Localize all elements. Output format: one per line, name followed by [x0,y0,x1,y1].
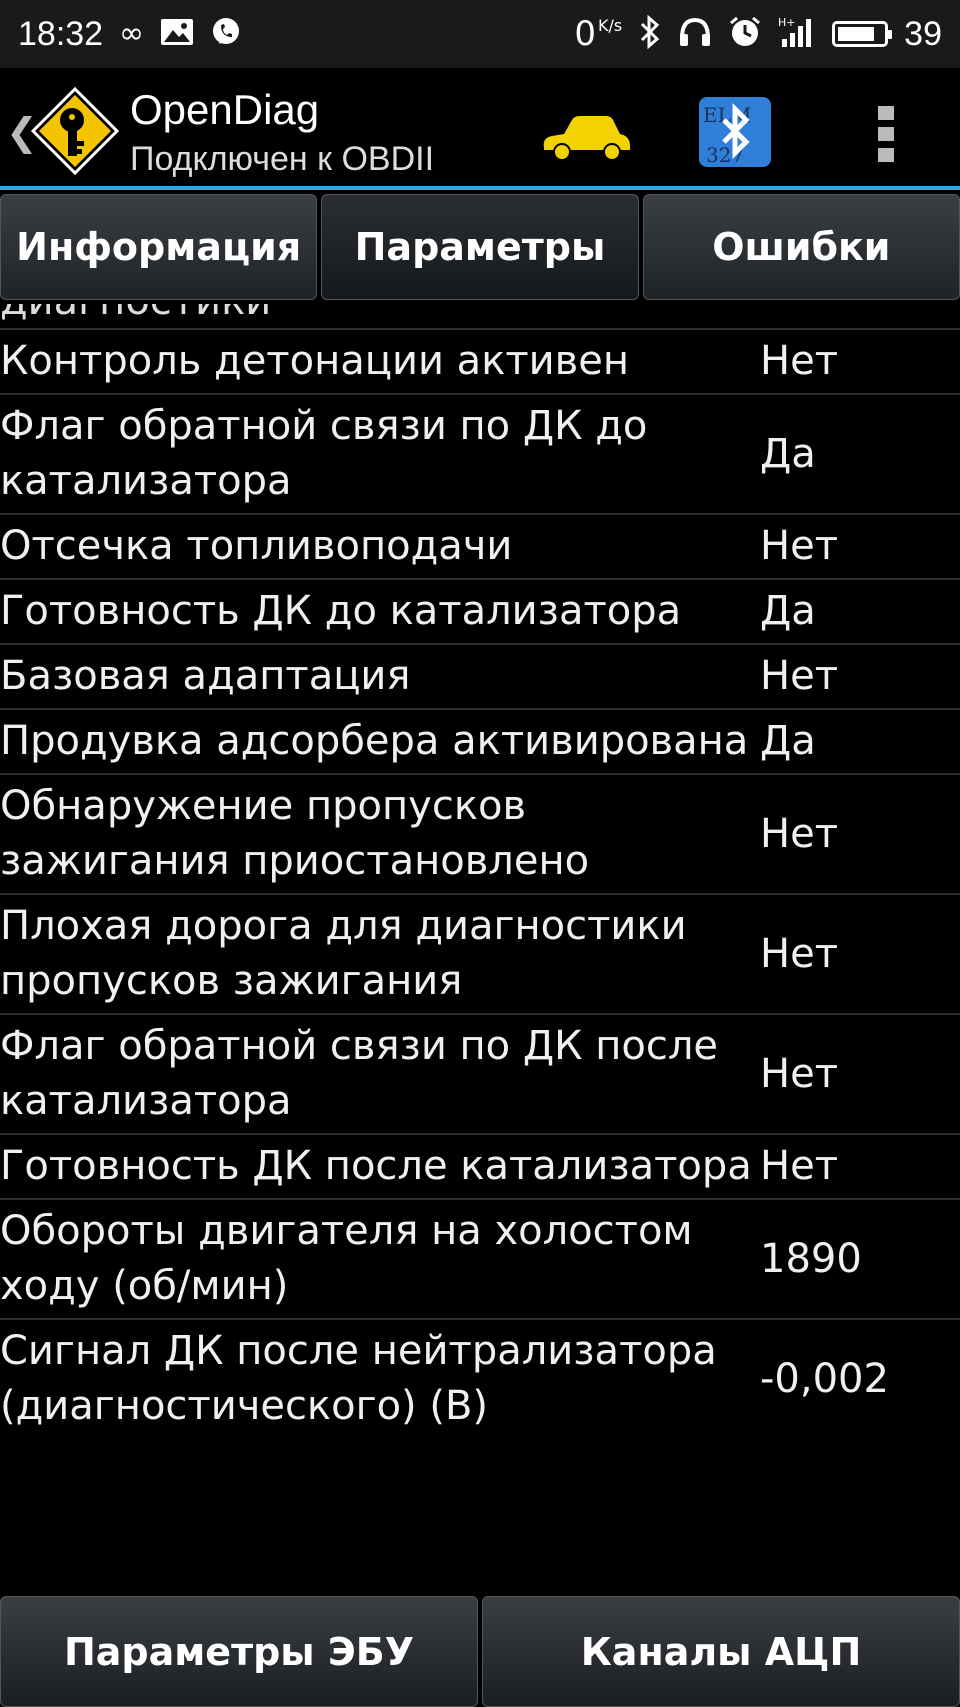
parameter-label: Базовая адаптация [0,653,411,699]
tab-parameters[interactable]: Параметры [321,194,639,300]
signal-icon: H+ [778,15,816,53]
tab-errors[interactable]: Ошибки [642,194,960,300]
ecu-parameters-button[interactable]: Параметры ЭБУ [0,1596,478,1707]
status-bar-left: 18:32 ∞ [18,15,242,54]
parameter-value: Нет [760,930,838,977]
svg-text:H+: H+ [778,16,796,29]
app-title: OpenDiag [130,86,320,133]
parameter-label: Флаг обратной связи по ДК после катализа… [0,1023,719,1124]
adc-channels-button[interactable]: Каналы АЦП [482,1596,960,1707]
parameter-value: Нет [760,523,838,569]
parameter-label: Плохая дорога для диагностики пропусков … [0,903,687,1004]
table-row[interactable]: Флаг обратной связи по ДК после катализа… [0,1013,960,1133]
parameter-label: Контроль детонации активен [0,338,629,384]
parameter-label: Флаг обратной связи по ДК до катализатор… [0,403,648,504]
parameter-value: Нет [760,338,838,384]
parameter-value: Нет [760,653,838,699]
parameter-value: Нет [760,1143,838,1189]
table-row[interactable]: Обороты двигателя на холостом ходу (об/м… [0,1198,960,1318]
table-row[interactable]: Плохая дорога для диагностики пропусков … [0,893,960,1013]
parameter-value: Нет [760,810,838,857]
bottom-button-bar: Параметры ЭБУ Каналы АЦП [0,1596,960,1707]
table-row[interactable]: Флаг обратной связи по ДК до катализатор… [0,393,960,513]
parameter-label: Обнаружение пропусков зажигания приостан… [0,783,590,884]
connection-status: Подключен к OBDII [130,140,435,178]
infinity-icon: ∞ [119,16,145,51]
action-bar: ❮ OpenDiag Подключен к OBDII ELM 327 [0,68,960,190]
battery-icon [832,21,893,47]
overflow-menu-icon[interactable] [876,106,896,162]
tab-bar: Информация Параметры Ошибки [0,194,960,304]
parameter-value: Нет [760,1050,838,1097]
table-row[interactable]: Готовность ДК до катализатора Да [0,578,960,643]
parameter-label: Готовность ДК после катализатора [0,1143,752,1189]
bluetooth-elm327-icon[interactable]: ELM 327 [698,96,772,168]
status-bar: 18:32 ∞ 0 K/s H+ 39 [0,0,960,68]
network-speed-unit: K/s [597,16,623,35]
network-speed: 0 K/s [574,14,622,54]
table-row[interactable]: Готовность ДК после катализатора Нет [0,1133,960,1198]
partial-list-item: диагностики [0,304,271,328]
battery-number: 39 [904,14,942,53]
viber-icon [210,16,242,52]
parameter-value: 1890 [760,1235,862,1282]
parameter-label: Обороты двигателя на холостом ходу (об/м… [0,1208,693,1309]
battery-fill [838,27,875,41]
table-row[interactable]: Контроль детонации активен Нет [0,328,960,393]
table-row[interactable]: Базовая адаптация Нет [0,643,960,708]
parameter-rows: Контроль детонации активен Нет Флаг обратн… [0,328,960,1438]
parameter-value: Да [760,588,816,634]
parameter-list[interactable]: диагностики Контроль детонации активен Не… [0,304,960,1596]
parameter-value: Да [760,430,816,477]
table-row[interactable]: Продувка адсорбера активирована Да [0,708,960,773]
parameter-value: Да [760,718,816,764]
status-bar-right: 0 K/s H+ 39 [574,14,942,54]
parameter-label: Продувка адсорбера активирована [0,718,749,764]
parameter-label: Отсечка топливоподачи [0,523,513,569]
parameter-label: Готовность ДК до катализатора [0,588,682,634]
app-logo-icon[interactable] [30,86,120,176]
status-time: 18:32 [18,14,104,53]
table-row[interactable]: Обнаружение пропусков зажигания приостан… [0,773,960,893]
network-speed-value: 0 [574,14,596,54]
bluetooth-icon [638,14,662,53]
headphones-icon [678,16,712,52]
image-icon [160,18,194,50]
parameter-value: -0,002 [760,1355,889,1402]
alarm-icon [728,15,762,53]
car-icon[interactable] [540,112,632,162]
parameter-label: Сигнал ДК после нейтрализатора (диагност… [0,1328,717,1429]
table-row[interactable]: Отсечка топливоподачи Нет [0,513,960,578]
table-row[interactable]: Сигнал ДК после нейтрализатора (диагност… [0,1318,960,1438]
tab-information[interactable]: Информация [0,194,318,300]
